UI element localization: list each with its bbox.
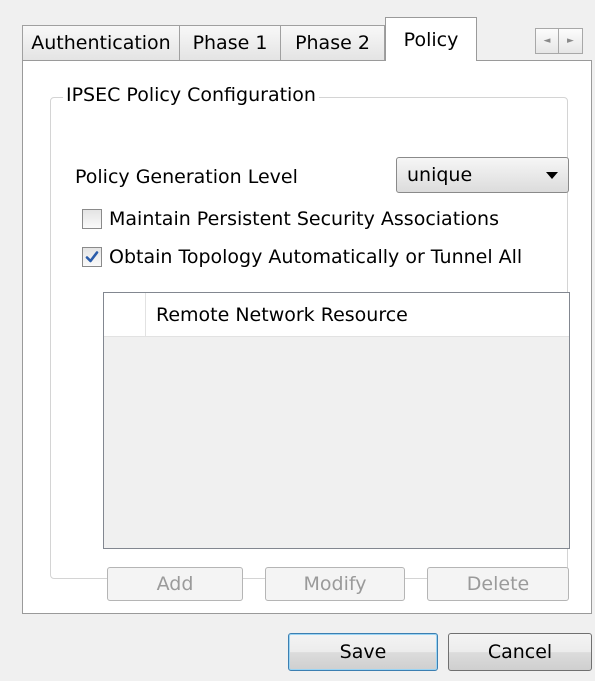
- column-header-remote-network-resource[interactable]: Remote Network Resource: [146, 293, 569, 336]
- tab-label: Policy: [403, 28, 459, 51]
- chevron-down-icon: [546, 171, 558, 179]
- checkmark-icon: [85, 251, 99, 263]
- persistent-sa-option[interactable]: Maintain Persistent Security Association…: [82, 208, 499, 230]
- policy-generation-level-label: Policy Generation Level: [75, 166, 298, 188]
- topology-checkbox[interactable]: [82, 247, 102, 267]
- list-header-spacer: [104, 293, 146, 336]
- ipsec-policy-groupbox: IPSEC Policy Configuration Policy Genera…: [50, 84, 570, 601]
- persistent-sa-checkbox[interactable]: [82, 209, 102, 229]
- tab-scroll-left-icon[interactable]: ◄: [535, 28, 559, 54]
- remote-network-list[interactable]: Remote Network Resource: [103, 292, 570, 549]
- persistent-sa-label: Maintain Persistent Security Association…: [109, 208, 499, 230]
- cancel-button[interactable]: Cancel: [448, 633, 592, 671]
- dialog: Authentication Phase 1 Phase 2 Policy ◄ …: [0, 0, 595, 681]
- topology-label: Obtain Topology Automatically or Tunnel …: [109, 246, 523, 268]
- policy-generation-level-select[interactable]: unique: [396, 157, 569, 193]
- topology-option[interactable]: Obtain Topology Automatically or Tunnel …: [82, 246, 522, 268]
- groupbox-title: IPSEC Policy Configuration: [63, 84, 319, 106]
- tab-label: Authentication: [31, 32, 171, 54]
- delete-button[interactable]: Delete: [427, 567, 569, 601]
- tab-scroll-right-icon[interactable]: ►: [559, 28, 583, 54]
- tab-phase-1[interactable]: Phase 1: [180, 25, 281, 60]
- modify-button[interactable]: Modify: [265, 567, 405, 601]
- select-value: unique: [407, 164, 473, 186]
- policy-tab-page: IPSEC Policy Configuration Policy Genera…: [22, 60, 592, 614]
- tab-authentication[interactable]: Authentication: [22, 25, 180, 60]
- tab-phase-2[interactable]: Phase 2: [281, 25, 385, 60]
- tab-policy[interactable]: Policy: [385, 17, 477, 61]
- tab-scroll-arrows: ◄ ►: [535, 28, 583, 54]
- save-button[interactable]: Save: [288, 633, 438, 671]
- tab-label: Phase 2: [295, 32, 370, 54]
- tab-label: Phase 1: [192, 32, 268, 54]
- list-header: Remote Network Resource: [104, 293, 569, 337]
- add-button[interactable]: Add: [107, 567, 243, 601]
